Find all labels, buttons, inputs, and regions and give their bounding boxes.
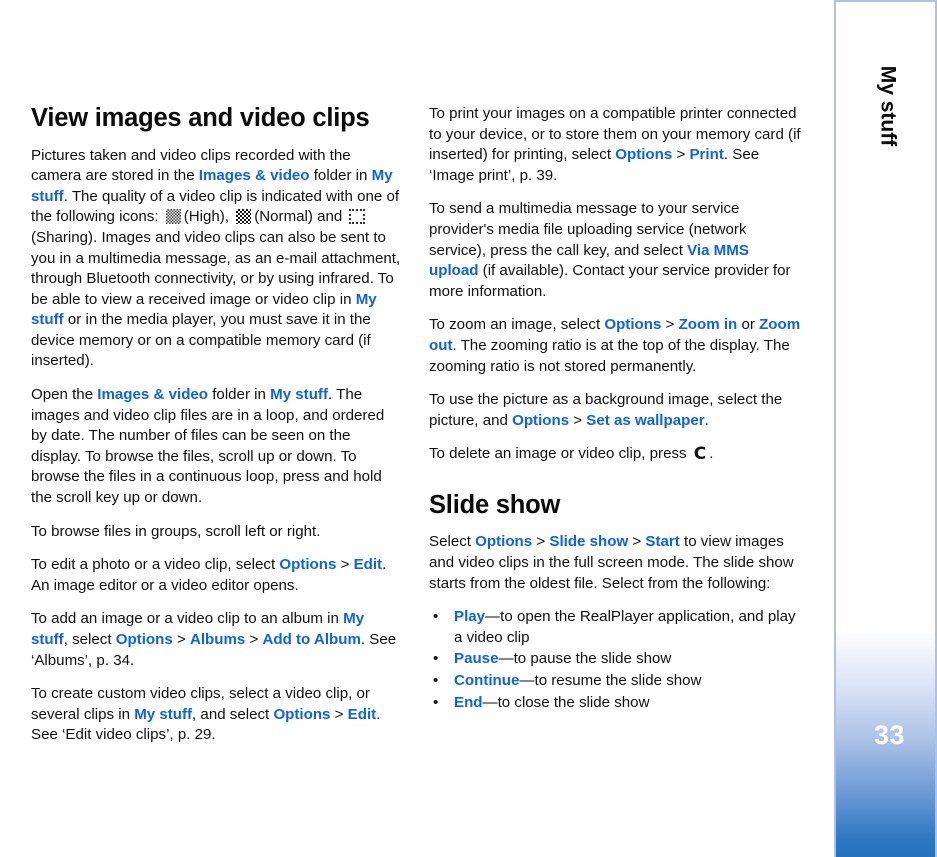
chapter-sidebar: My stuff 33 [834, 0, 937, 857]
bullet-icon: • [433, 672, 439, 690]
separator: > [330, 705, 348, 723]
paragraph-set-wallpaper: To use the picture as a background image… [429, 390, 801, 431]
paragraph-browse-groups: To browse files in groups, scroll left o… [31, 522, 321, 540]
chapter-sidebar-label-text: My stuff [876, 65, 900, 147]
link-play[interactable]: Play [454, 608, 485, 625]
separator: > [661, 316, 679, 334]
paragraph-add-to-album: To add an image or a video clip to an al… [31, 609, 403, 671]
text-run: . The images and video clip files are in… [31, 386, 385, 507]
text-run: —to pause the slide show [498, 650, 672, 668]
link-print[interactable]: Print [689, 146, 723, 163]
separator: > [245, 631, 263, 649]
quality-sharing-icon [349, 209, 366, 225]
link-options[interactable]: Options [615, 146, 672, 163]
text-run: , and select [192, 705, 274, 723]
text-run: To delete an image or video clip, press [429, 445, 691, 463]
text-run: . The zooming ratio is at the top of the… [429, 336, 790, 375]
link-options[interactable]: Options [273, 706, 330, 723]
link-set-as-wallpaper[interactable]: Set as wallpaper [586, 412, 704, 429]
link-my-stuff[interactable]: My stuff [270, 386, 328, 403]
link-pause[interactable]: Pause [454, 650, 498, 667]
page-number: 33 [874, 720, 906, 750]
slide-show-options-list: • Play—to open the RealPlayer application… [429, 607, 801, 713]
link-albums[interactable]: Albums [190, 631, 245, 648]
text-run: , select [63, 631, 116, 649]
paragraph-edit-photo: To edit a photo or a video clip, select … [31, 555, 403, 596]
paragraph-open-folder: Open the Images & video folder in My stu… [31, 385, 403, 509]
bullet-icon: • [433, 693, 439, 711]
link-images-and-video[interactable]: Images & video [97, 386, 208, 403]
right-text-column: To print your images on a compatible pri… [429, 104, 801, 714]
link-edit[interactable]: Edit [354, 556, 383, 573]
text-run: To zoom an image, select [429, 316, 605, 334]
paragraph-zoom-image: To zoom an image, select Options > Zoom … [429, 315, 801, 377]
link-slide-show[interactable]: Slide show [549, 533, 628, 550]
text-run: —to resume the slide show [519, 672, 702, 690]
text-run: folder in [208, 386, 271, 404]
text-run: (Sharing). Images and video clips can al… [31, 228, 401, 308]
text-run: —to open the RealPlayer application, and… [454, 608, 796, 646]
text-run: Open the [31, 386, 98, 404]
bullet-icon: • [433, 608, 439, 626]
list-item: • Pause—to pause the slide show [429, 649, 801, 670]
text-run: . [709, 445, 714, 463]
left-text-column: View images and video clips Pictures tak… [31, 104, 403, 746]
link-options[interactable]: Options [604, 316, 661, 333]
paragraph-custom-video-clips: To create custom video clips, select a v… [31, 684, 403, 746]
text-run: Select [429, 533, 476, 551]
separator: > [532, 533, 550, 551]
link-continue[interactable]: Continue [454, 672, 519, 689]
link-options[interactable]: Options [512, 412, 569, 429]
separator: > [336, 556, 354, 574]
paragraph-slide-show-intro: Select Options > Slide show > Start to v… [429, 532, 801, 594]
text-run: or in the media player, you must save it… [31, 311, 371, 370]
text-run: To edit a photo or a video clip, select [31, 556, 280, 574]
text-run: To add an image or a video clip to an al… [31, 610, 344, 628]
link-options[interactable]: Options [475, 533, 532, 550]
text-run: (Normal) and [254, 208, 347, 226]
link-options[interactable]: Options [116, 631, 173, 648]
list-item: • Continue—to resume the slide show [429, 671, 801, 692]
text-run: —to close the slide show [482, 693, 650, 711]
clear-key-icon: C [693, 444, 707, 465]
link-add-to-album[interactable]: Add to Album [263, 631, 361, 648]
quality-normal-icon [236, 209, 252, 225]
link-images-and-video[interactable]: Images & video [199, 167, 310, 184]
link-end[interactable]: End [454, 694, 483, 711]
paragraph-mms-upload: To send a multimedia message to your ser… [429, 199, 801, 302]
chapter-sidebar-label: My stuff [836, 66, 935, 147]
link-zoom-in[interactable]: Zoom in [679, 316, 738, 333]
bullet-icon: • [433, 650, 439, 668]
section-title-slide-show: Slide show [429, 490, 561, 519]
page-title: View images and video clips [31, 104, 370, 132]
text-run: or [737, 316, 760, 334]
separator: > [569, 411, 587, 429]
paragraph-delete-image: To delete an image or video clip, press … [429, 444, 801, 465]
separator: > [172, 631, 190, 649]
link-start[interactable]: Start [645, 533, 679, 550]
link-my-stuff[interactable]: My stuff [134, 706, 192, 723]
separator: > [672, 146, 690, 164]
link-options[interactable]: Options [279, 556, 336, 573]
text-run: (if available). Contact your service pro… [429, 262, 791, 300]
list-item: • Play—to open the RealPlayer application… [429, 607, 801, 648]
text-run: folder in [309, 167, 372, 185]
text-run: . [704, 411, 709, 429]
paragraph-print-images: To print your images on a compatible pri… [429, 104, 801, 186]
paragraph-view-images-intro: Pictures taken and video clips recorded … [31, 146, 403, 373]
separator: > [628, 533, 646, 551]
list-item: • End—to close the slide show [429, 693, 801, 714]
link-edit[interactable]: Edit [348, 706, 377, 723]
quality-high-icon [165, 209, 181, 225]
text-run: (High), [183, 208, 234, 226]
document-page: View images and video clips Pictures tak… [0, 0, 937, 857]
